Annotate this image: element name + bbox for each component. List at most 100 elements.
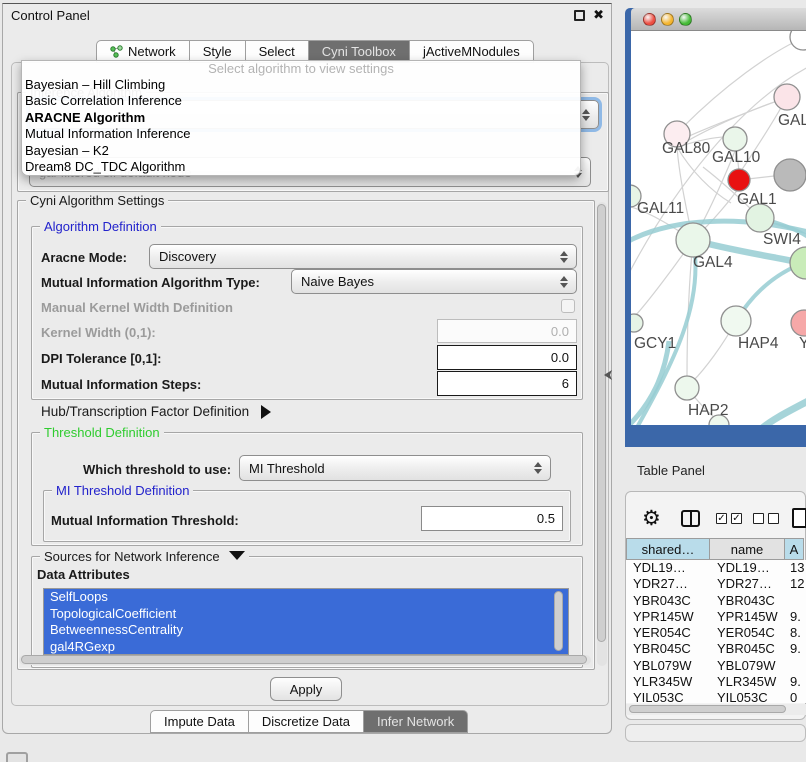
network-node[interactable] [721,306,751,336]
network-canvas[interactable]: GALGAL80GAL10GAL1GAL11SWI4GAL4GCY1HAP4YH… [631,31,806,425]
table-cell: 12 [790,576,804,592]
network-node[interactable] [790,247,806,279]
network-node-label: GAL11 [637,200,684,217]
network-node[interactable] [631,314,643,332]
mi-threshold-definition-title: MI Threshold Definition [52,483,193,498]
network-node-label: Y [799,335,806,352]
which-threshold-combobox[interactable]: MI Threshold [239,455,551,481]
network-edge-strong [631,341,669,425]
table-cell: YBL079W [717,658,776,674]
table-cell: YPR145W [633,609,694,625]
table-row[interactable]: YDR27…YDR27…12 [626,576,806,592]
table-cell: YDL19… [633,560,686,576]
dropdown-item[interactable]: ARACNE Algorithm [22,110,580,126]
attribute-list-item[interactable]: TopologicalCoefficient [44,606,568,623]
settings-vscrollbar-thumb[interactable] [597,204,606,642]
network-node-label: GCY1 [634,335,676,352]
aracne-mode-value: Discovery [159,249,216,264]
settings-vscrollbar-track[interactable] [597,202,607,666]
mi-threshold-label: Mutual Information Threshold: [51,513,239,528]
network-node[interactable] [723,127,747,151]
network-node[interactable] [728,169,750,191]
table-row[interactable]: YLR345WYLR345W9. [626,674,806,690]
table-row[interactable]: YPR145WYPR145W9. [626,609,806,625]
table-cell: YER054C [633,625,691,641]
mi-threshold-value: 0.5 [537,511,555,526]
table-column-header[interactable]: name [709,538,785,560]
control-panel-titlebar: Control Panel ✖ [3,4,611,28]
manual-kernel-checkbox[interactable] [561,299,575,313]
apply-button[interactable]: Apply [270,677,342,701]
table-cell: YIL053C [717,690,768,703]
dpi-tolerance-field[interactable]: 0.0 [437,345,577,370]
combobox-stepper-icon [560,251,568,263]
table-row[interactable]: YBL079W YBL079W [626,658,806,674]
network-node[interactable] [774,84,800,110]
bottom-tab-infer-network[interactable]: Infer Network [363,710,468,733]
bottom-tab-discretize-data[interactable]: Discretize Data [248,710,364,733]
checked-boxes-icon[interactable]: ✓✓ [716,513,742,524]
settings-hscrollbar-thumb[interactable] [21,655,587,664]
dropdown-item[interactable]: Bayesian – Hill Climbing [22,77,580,93]
table-cell: 9. [790,674,801,690]
aracne-mode-combobox[interactable]: Discovery [149,244,577,269]
mi-threshold-field[interactable]: 0.5 [421,506,563,531]
tab-label: Cyni Toolbox [322,41,396,62]
dropdown-item[interactable]: Bayesian – K2 [22,143,580,159]
table-row[interactable]: YBR043CYBR043C [626,593,806,609]
network-node[interactable] [790,31,806,50]
document-icon[interactable] [792,508,806,528]
tab-label: jActiveMNodules [423,41,520,62]
network-node[interactable] [791,310,806,336]
table-cell: 9. [790,609,801,625]
table-hscrollbar-track[interactable] [626,704,806,715]
sources-expander[interactable]: Sources for Network Inference [40,549,249,564]
network-node-label: GAL80 [662,140,711,157]
dropdown-item[interactable]: Mutual Information Inference [22,126,580,142]
float-window-icon[interactable] [574,10,585,21]
chevron-right-icon [261,405,271,419]
settings-hscrollbar-track[interactable] [19,655,591,665]
network-node[interactable] [676,223,710,257]
close-icon[interactable]: ✖ [593,7,604,23]
network-node[interactable] [746,204,774,232]
dropdown-item[interactable]: Dream8 DC_TDC Algorithm [22,159,580,175]
attribute-list-item[interactable]: BetweennessCentrality [44,622,568,639]
sources-title: Sources for Network Inference [44,549,220,564]
unchecked-boxes-icon[interactable] [753,513,779,524]
minimize-light[interactable] [661,13,674,26]
network-window-titlebar[interactable] [631,8,806,31]
network-node-label: GAL [778,112,806,129]
table-cell: YIL053C [633,690,684,703]
attribute-list-item[interactable]: SelfLoops [44,589,568,606]
network-node[interactable] [675,376,699,400]
bottom-tab-impute-data[interactable]: Impute Data [150,710,249,733]
table-cell: YBR045C [633,641,691,657]
kernel-width-field[interactable]: 0.0 [437,319,577,343]
tab-label: Network [128,41,176,62]
table-row[interactable]: YER054CYER054C8. [626,625,806,641]
attribute-list-item[interactable]: gal4RGexp [44,639,568,655]
mi-type-combobox[interactable]: Naive Bayes [291,269,577,294]
mouse-cursor [604,370,614,382]
table-cell: YBL079W [633,658,692,674]
collapsed-bottom-panel [625,724,806,742]
table-row[interactable]: YIL053CYIL053C0 [626,690,806,703]
network-node[interactable] [774,159,806,191]
table-hscrollbar-thumb[interactable] [629,705,786,713]
collapsed-panel-icon[interactable] [6,752,28,762]
table-row[interactable]: YBR045CYBR045C9. [626,641,806,657]
gear-icon[interactable]: ⚙ [642,507,661,529]
table-column-header[interactable]: shared… [626,538,710,560]
dropdown-item[interactable]: Basic Correlation Inference [22,93,580,109]
zoom-light[interactable] [679,13,692,26]
mi-steps-field[interactable]: 6 [437,371,577,396]
hub-definition-expander[interactable]: Hub/Transcription Factor Definition [41,404,271,419]
list-scrollbar-thumb[interactable] [554,591,563,651]
close-light[interactable] [643,13,656,26]
control-panel-title: Control Panel [11,8,90,23]
split-columns-icon[interactable] [681,510,700,527]
table-row[interactable]: YDL19…YDL19…13 [626,560,806,576]
table-column-header[interactable]: A [784,538,804,560]
mi-type-value: Naive Bayes [301,274,374,289]
